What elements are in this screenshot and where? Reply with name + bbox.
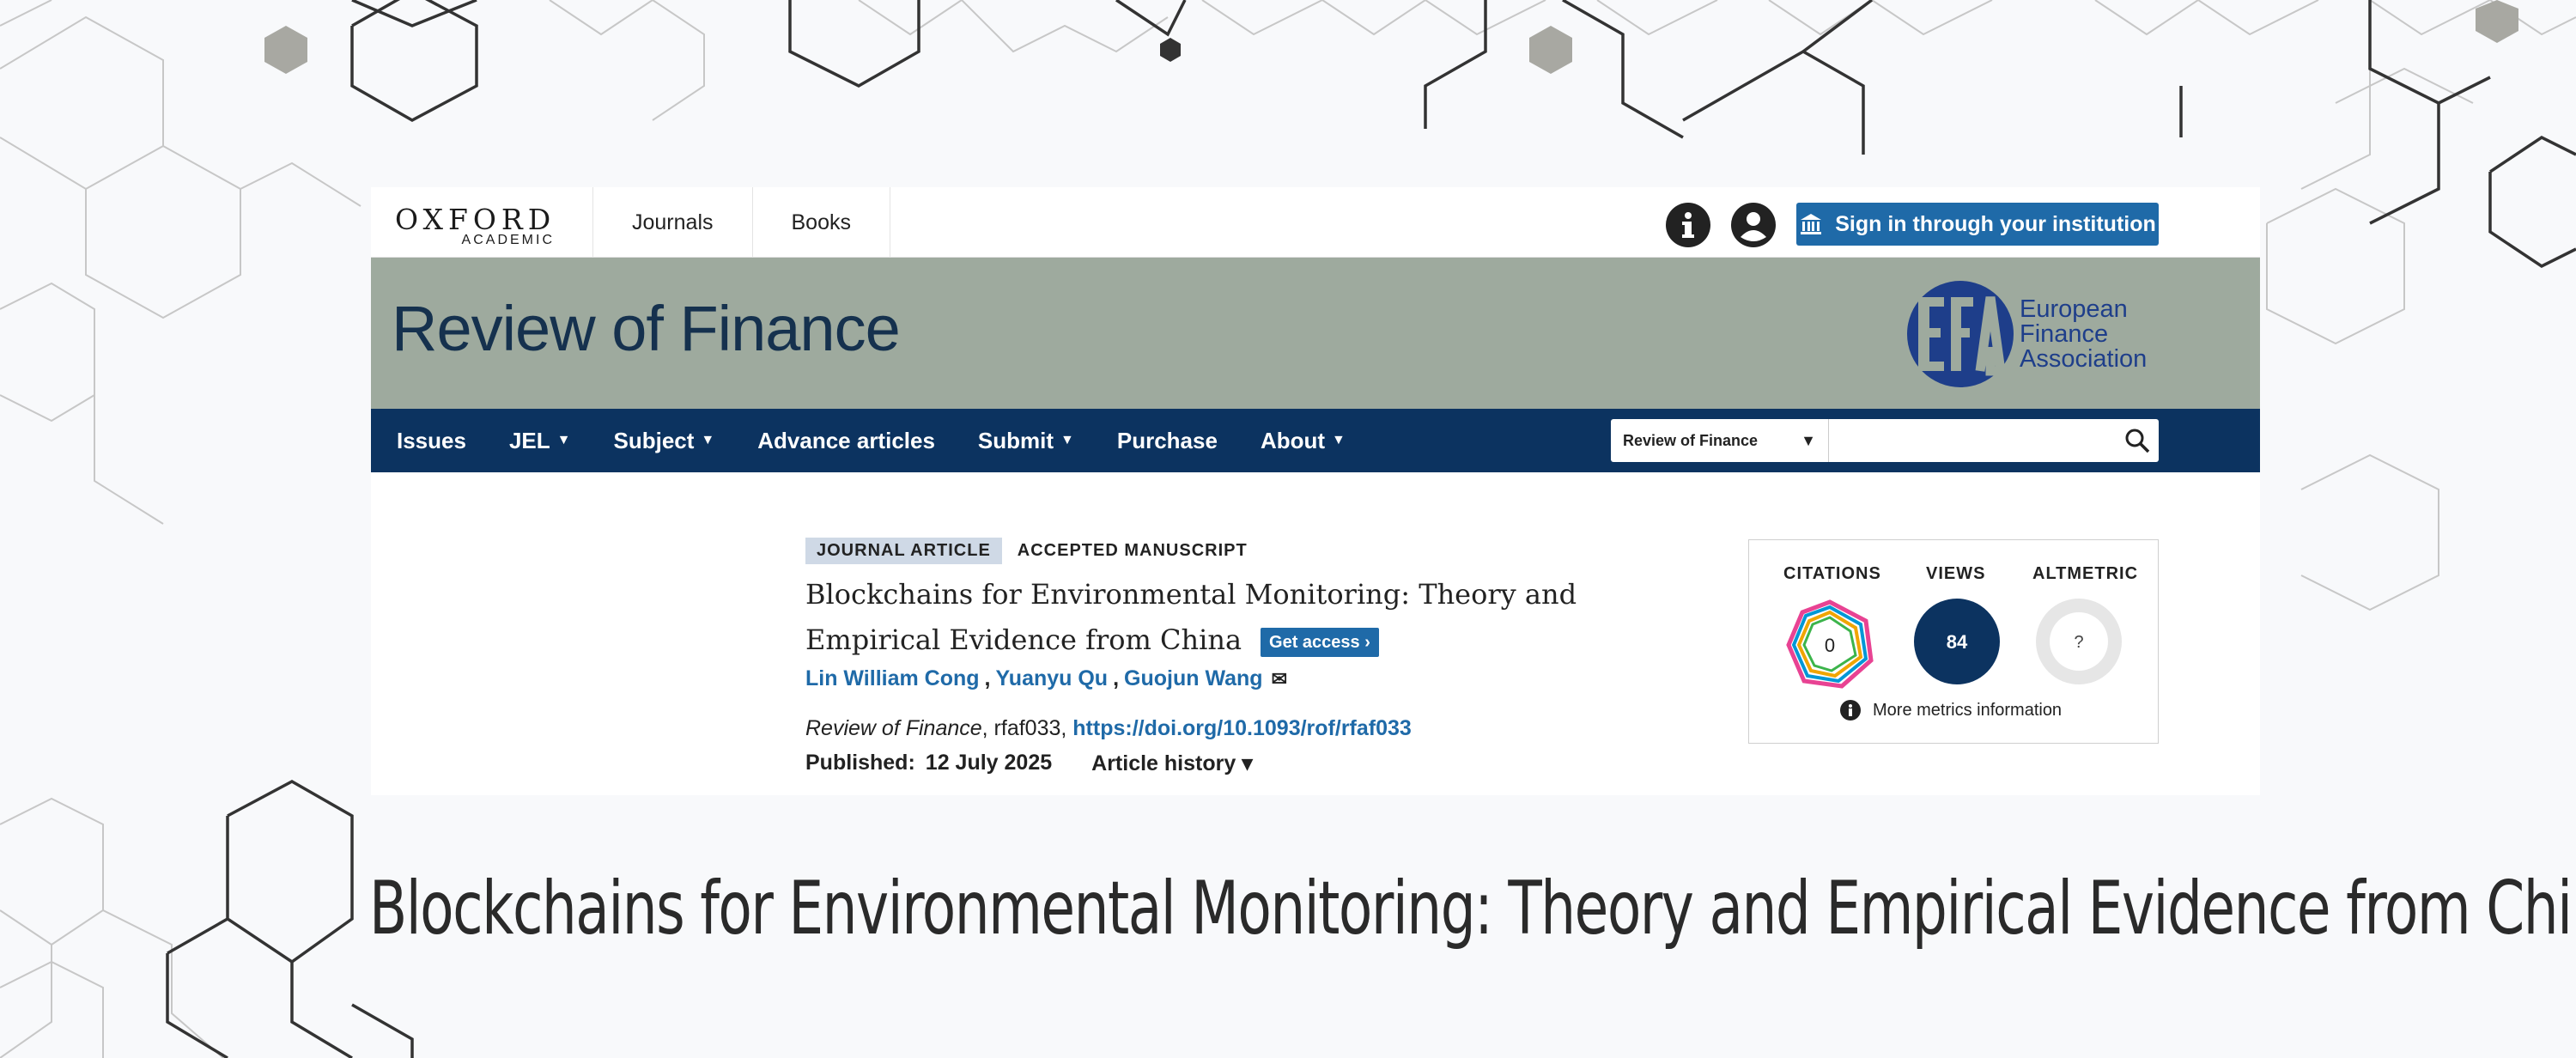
- article-history-toggle[interactable]: Article history ▾: [1091, 751, 1253, 776]
- views-label: VIEWS: [1926, 564, 1986, 583]
- search-icon[interactable]: [2124, 428, 2150, 453]
- sign-in-label: Sign in through your institution: [1835, 211, 2156, 236]
- metrics-panel: CITATIONS VIEWS ALTMETRIC 0 84 ? More me…: [1748, 539, 2159, 744]
- author-link[interactable]: Guojun Wang: [1124, 666, 1263, 691]
- get-access-button[interactable]: Get access ›: [1261, 627, 1379, 657]
- citation-journal: Review of Finance: [805, 716, 982, 740]
- info-icon: [1840, 700, 1861, 721]
- nav-item-label: Purchase: [1116, 427, 1218, 453]
- article-page-frame: OXFORD ACADEMIC Journals Books Sign in t…: [371, 187, 2260, 795]
- nav-item-submit[interactable]: Submit ▼: [978, 409, 1074, 472]
- dropdown-caret-icon: ▼: [1801, 431, 1816, 449]
- article-type-badge: JOURNAL ARTICLE: [805, 538, 1002, 564]
- article-title-line-1: Blockchains for Environmental Monitoring…: [805, 578, 1577, 611]
- more-metrics-link[interactable]: More metrics information: [1840, 700, 2062, 721]
- journal-banner: Review of Finance European Finance Assoc…: [371, 258, 2260, 409]
- topnav-journals[interactable]: Journals: [592, 187, 752, 258]
- get-access-label: Get access: [1269, 632, 1360, 652]
- views-value: 84: [1947, 631, 1968, 653]
- dropdown-caret-icon: ▼: [556, 433, 571, 447]
- nav-item-label: Subject: [613, 427, 695, 453]
- top-navigation: Journals Books: [592, 187, 890, 258]
- dropdown-caret-icon: ▼: [701, 433, 715, 447]
- journal-nav-items: Issues JEL ▼ Subject ▼ Advance articles Submit…: [397, 409, 1346, 472]
- oxford-academic-logo[interactable]: OXFORD ACADEMIC: [395, 203, 558, 247]
- search-scope-value: Review of Finance: [1623, 431, 1759, 449]
- nav-item-subject[interactable]: Subject ▼: [613, 409, 714, 472]
- topnav-books[interactable]: Books: [751, 187, 890, 258]
- nav-item-purchase[interactable]: Purchase: [1117, 409, 1218, 472]
- author-separator: ,: [984, 666, 991, 690]
- efa-wordmark[interactable]: European Finance Association: [2020, 297, 2147, 372]
- efa-line-2: Finance: [2020, 320, 2109, 348]
- efa-logo-icon[interactable]: [1905, 278, 2016, 390]
- user-icon[interactable]: [1731, 203, 1776, 247]
- more-metrics-label: More metrics information: [1873, 700, 2063, 720]
- nav-item-label: Submit: [977, 427, 1054, 453]
- views-badge[interactable]: 84: [1912, 597, 2002, 686]
- journal-navbar: Issues JEL ▼ Subject ▼ Advance articles Submit…: [371, 409, 2260, 472]
- published-label: Published:: [805, 751, 915, 775]
- nav-item-label: Issues: [397, 427, 466, 453]
- nav-item-jel[interactable]: JEL ▼: [509, 409, 571, 472]
- doi-link[interactable]: https://doi.org/10.1093/rof/rfaf033: [1072, 716, 1412, 740]
- nav-item-label: JEL: [508, 427, 550, 453]
- altmetric-badge[interactable]: ?: [2034, 597, 2123, 686]
- logo-wordmark: OXFORD: [395, 203, 556, 236]
- sign-in-institution-button[interactable]: Sign in through your institution: [1796, 203, 2159, 246]
- author-separator: ,: [1113, 666, 1120, 690]
- citations-value: 0: [1825, 635, 1835, 656]
- global-header: OXFORD ACADEMIC Journals Books Sign in t…: [371, 187, 2260, 258]
- citation-line: Review of Finance, rfaf033, https://doi.…: [805, 716, 1412, 741]
- efa-line-1: European: [2020, 295, 2128, 323]
- nav-item-advance-articles[interactable]: Advance articles: [757, 409, 935, 472]
- efa-line-3: Association: [2020, 345, 2148, 373]
- publication-line: Published: 12 July 2025 Article history …: [805, 751, 1253, 776]
- search-scope-select[interactable]: Review of Finance ▼: [1611, 419, 1829, 462]
- author-list: Lin William Cong , Yuanyu Qu , Guojun Wa…: [805, 666, 1287, 691]
- dropdown-caret-icon: ▼: [1332, 433, 1346, 447]
- article-title: Blockchains for Environmental Monitoring…: [805, 572, 1613, 663]
- search-input[interactable]: [1829, 419, 2159, 462]
- info-icon[interactable]: [1666, 203, 1710, 247]
- author-link[interactable]: Lin William Cong: [805, 666, 980, 691]
- mail-icon[interactable]: ✉: [1272, 668, 1287, 690]
- author-link[interactable]: Yuanyu Qu: [996, 666, 1109, 691]
- nav-item-label: Advance articles: [757, 427, 935, 453]
- citations-label: CITATIONS: [1783, 564, 1881, 583]
- nav-item-about[interactable]: About ▼: [1261, 409, 1346, 472]
- altmetric-label: ALTMETRIC: [2032, 564, 2139, 583]
- altmetric-value: ?: [2074, 633, 2083, 652]
- article-badges: JOURNAL ARTICLE ACCEPTED MANUSCRIPT: [805, 538, 1248, 564]
- institution-icon: [1801, 214, 1822, 234]
- citations-badge[interactable]: 0: [1782, 597, 1878, 693]
- caption-title: Blockchains for Environmental Monitoring…: [369, 866, 2576, 952]
- dropdown-caret-icon: ▼: [1060, 433, 1074, 447]
- nav-item-label: About: [1260, 427, 1326, 453]
- article-status: ACCEPTED MANUSCRIPT: [1017, 541, 1248, 560]
- published-date: 12 July 2025: [925, 751, 1053, 775]
- article-title-line-2: Empirical Evidence from China: [805, 623, 1242, 656]
- nav-item-issues[interactable]: Issues: [397, 409, 466, 472]
- citation-article-id: , rfaf033,: [981, 716, 1073, 740]
- journal-title[interactable]: Review of Finance: [392, 292, 901, 365]
- chevron-right-icon: ›: [1364, 632, 1370, 652]
